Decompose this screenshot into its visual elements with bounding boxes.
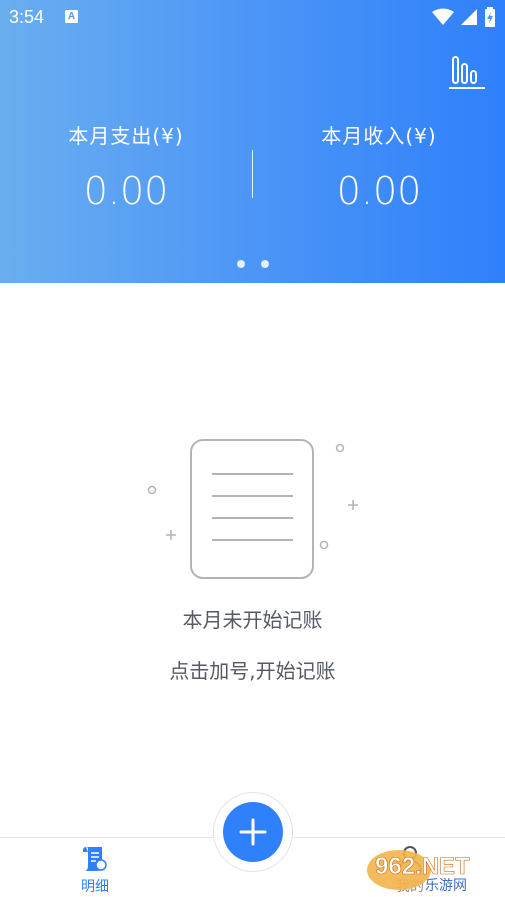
battery-icon [485, 7, 495, 27]
page-dot[interactable] [236, 260, 245, 268]
income-label: 本月收入(¥) [321, 124, 437, 148]
notification-icon: A [65, 10, 78, 23]
status-bar: 3:54 A [0, 0, 505, 34]
wifi-icon [432, 8, 454, 25]
page-dot[interactable] [260, 260, 269, 268]
tab-details[interactable]: 明细 [55, 844, 135, 896]
add-record-button[interactable] [223, 802, 283, 862]
plus-icon [239, 818, 267, 846]
bar-chart-icon[interactable] [449, 54, 485, 90]
expense-summary: 本月支出(¥) 0.00 [0, 120, 252, 213]
site-watermark: 962.NET 乐游网 [365, 848, 500, 894]
bill-icon [83, 847, 107, 871]
watermark-subtext: 乐游网 [425, 878, 467, 894]
signal-icon [461, 9, 477, 25]
empty-state-title: 本月未开始记账 [182, 608, 323, 632]
expense-label: 本月支出(¥) [68, 124, 184, 148]
page-indicator[interactable] [0, 260, 505, 268]
income-summary: 本月收入(¥) 0.00 [253, 120, 505, 213]
status-indicators [432, 7, 496, 27]
status-time: 3:54 [9, 7, 45, 27]
expense-value: 0.00 [83, 169, 169, 213]
watermark-text: 962.NET [375, 853, 470, 880]
empty-state-subtitle: 点击加号,开始记账 [169, 659, 336, 683]
income-value: 0.00 [336, 169, 422, 213]
add-button-ring [213, 792, 293, 872]
document-icon [140, 435, 365, 585]
header-summary: 3:54 A 本月支出(¥) 0.00 本月收入(¥) 0.00 [0, 0, 505, 283]
tab-details-label: 明细 [81, 879, 109, 895]
